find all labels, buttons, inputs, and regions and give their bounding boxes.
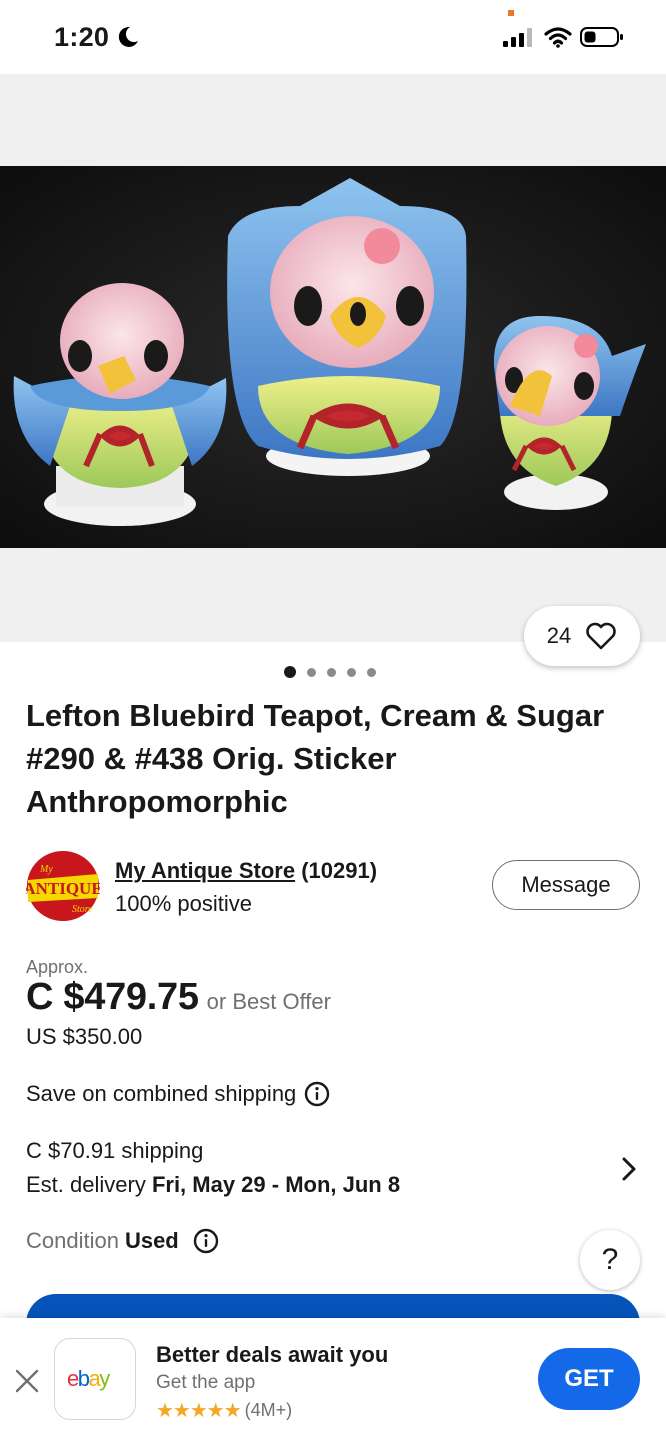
product-image[interactable] xyxy=(0,166,666,548)
delivery-dates: Fri, May 29 - Mon, Jun 8 xyxy=(151,1172,401,1197)
signal-icon xyxy=(503,28,532,47)
seller-name-row[interactable]: My Antique Store (10291) xyxy=(115,858,377,884)
svg-text:ebay: ebay xyxy=(67,1366,110,1391)
watch-button[interactable]: 24 xyxy=(524,606,640,666)
shipping-cost: C $70.91 shipping xyxy=(26,1138,204,1163)
close-icon[interactable] xyxy=(14,1368,40,1394)
message-button[interactable]: Message xyxy=(492,860,640,910)
product-photo-illustration xyxy=(0,166,666,548)
image-gallery[interactable] xyxy=(0,74,666,642)
combined-shipping-label: Save on combined shipping xyxy=(26,1081,297,1106)
ebay-logo-icon: ebay xyxy=(67,1366,112,1391)
rating-count: (4M+) xyxy=(244,1400,293,1420)
info-icon[interactable] xyxy=(193,1228,219,1254)
combined-shipping-row[interactable]: Save on combined shipping xyxy=(26,1081,330,1107)
seller-feedback: 100% positive xyxy=(115,891,252,916)
privacy-indicator-icon xyxy=(508,10,514,16)
condition-value: Used xyxy=(124,1228,179,1253)
logo-text: ANTIQUE xyxy=(26,879,100,898)
condition-row: Condition Used xyxy=(26,1228,219,1254)
logo-text-top: My xyxy=(39,864,53,875)
antique-store-logo-icon: ANTIQUE My Store xyxy=(23,851,103,921)
page-dot[interactable] xyxy=(307,667,316,677)
banner-subtitle: Get the app xyxy=(156,1372,256,1393)
chevron-right-icon[interactable] xyxy=(619,1155,639,1183)
status-bar: 1:20 xyxy=(0,0,666,74)
gallery-page-indicator xyxy=(284,666,376,678)
condition-label: Condition xyxy=(26,1228,119,1253)
watch-count: 24 xyxy=(546,623,572,648)
logo-text-bottom: Store xyxy=(72,904,93,915)
help-button[interactable]: ? xyxy=(580,1230,640,1290)
price-amount: C $479.75 xyxy=(26,976,199,1018)
app-rating: ★★★★★ (4M+) xyxy=(156,1398,292,1423)
seller-name-link[interactable]: My Antique Store xyxy=(115,858,295,883)
wifi-icon xyxy=(544,27,572,48)
price-row: C $479.75 or Best Offer xyxy=(26,976,331,1019)
page-dot[interactable] xyxy=(367,667,376,677)
original-price: US $350.00 xyxy=(26,1024,143,1049)
listing-title: Lefton Bluebird Teapot, Cream & Sugar #2… xyxy=(26,698,605,819)
info-icon[interactable] xyxy=(304,1081,330,1107)
star-rating-icon: ★★★★★ xyxy=(156,1400,242,1422)
delivery-label: Est. delivery xyxy=(26,1172,152,1197)
page-dot[interactable] xyxy=(347,667,356,677)
app-install-banner: ebay Better deals await you Get the app … xyxy=(0,1318,666,1440)
battery-icon xyxy=(580,27,623,47)
status-time: 1:20 xyxy=(54,22,110,52)
page-dot[interactable] xyxy=(327,667,336,677)
banner-title: Better deals await you xyxy=(156,1342,389,1367)
delivery-estimate: Est. delivery Fri, May 29 - Mon, Jun 8 xyxy=(26,1172,400,1198)
seller-score: (10291) xyxy=(301,858,378,883)
approx-label: Approx. xyxy=(26,957,89,977)
page-dot-active[interactable] xyxy=(284,666,296,678)
moon-icon xyxy=(118,26,138,47)
ebay-app-icon: ebay xyxy=(54,1338,136,1420)
seller-avatar[interactable]: ANTIQUE My Store xyxy=(23,850,103,922)
best-offer-label: or Best Offer xyxy=(206,989,331,1014)
get-app-button[interactable]: GET xyxy=(538,1348,640,1410)
heart-icon xyxy=(586,622,617,650)
